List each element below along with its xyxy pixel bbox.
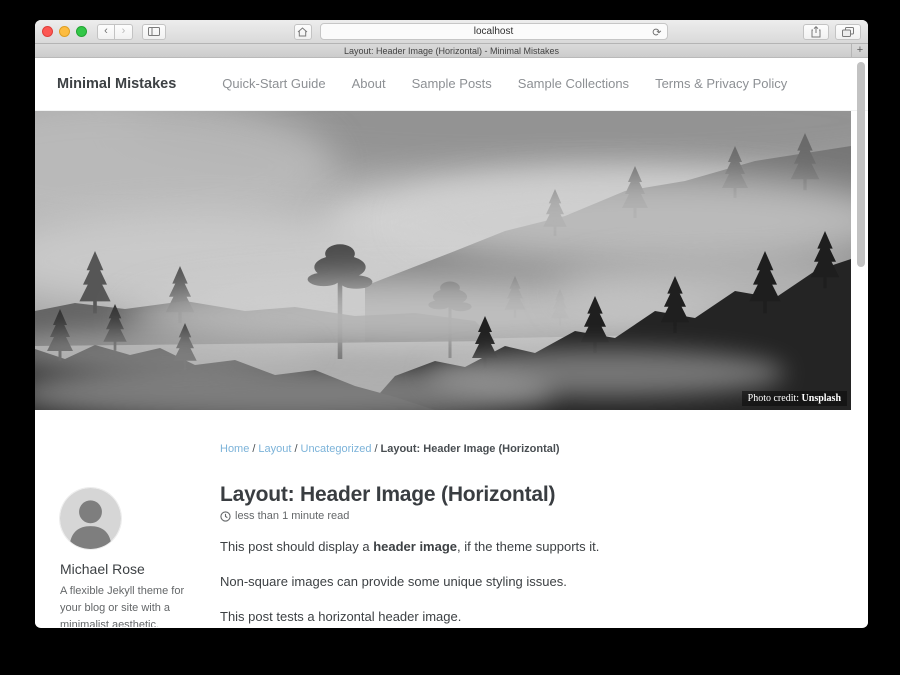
page-content: Michael Rose A flexible Jekyll theme for… [35, 410, 868, 627]
nav-link[interactable]: About [352, 76, 386, 91]
active-tab[interactable]: Layout: Header Image (Horizontal) - Mini… [344, 46, 559, 56]
browser-window: ‹ › localhost ⟳ Layout: Header Image (Ho… [35, 20, 868, 628]
photo-credit-caption: Photo credit: Unsplash [742, 391, 847, 406]
breadcrumb-separator: / [294, 443, 297, 455]
caption-source: Unsplash [802, 393, 841, 404]
misty-forest-illustration [35, 111, 851, 410]
plus-icon: + [857, 44, 863, 56]
address-bar[interactable]: localhost ⟳ [320, 23, 668, 40]
traffic-lights [42, 26, 87, 37]
share-button[interactable] [803, 24, 829, 40]
breadcrumb-uncategorized-link[interactable]: Uncategorized [301, 443, 372, 455]
new-tab-button[interactable]: + [851, 44, 868, 57]
nav-item-quick-start[interactable]: Quick-Start Guide [222, 75, 325, 93]
sidebar-icon [148, 27, 160, 36]
breadcrumb-layout-link[interactable]: Layout [258, 443, 291, 455]
close-window-button[interactable] [42, 26, 53, 37]
chevron-right-icon: › [122, 26, 126, 37]
tab-overview-button[interactable] [835, 24, 861, 40]
post-paragraph: Non-square images can provide some uniqu… [220, 572, 838, 592]
site-masthead: Minimal Mistakes Quick-Start Guide About… [35, 58, 868, 111]
tab-bar: Layout: Header Image (Horizontal) - Mini… [35, 44, 868, 58]
forward-button[interactable]: › [115, 24, 133, 40]
nav-item-sample-posts[interactable]: Sample Posts [412, 75, 492, 93]
page-title: Layout: Header Image (Horizontal) [220, 483, 838, 506]
page-viewport: Minimal Mistakes Quick-Start Guide About… [35, 58, 868, 627]
site-title[interactable]: Minimal Mistakes [57, 76, 176, 92]
clock-icon [220, 511, 231, 522]
nav-link[interactable]: Quick-Start Guide [222, 76, 325, 91]
history-nav-group: ‹ › [97, 24, 133, 40]
nav-link[interactable]: Sample Collections [518, 76, 629, 91]
chevron-left-icon: ‹ [104, 26, 108, 37]
avatar [60, 488, 121, 549]
zoom-window-button[interactable] [76, 26, 87, 37]
breadcrumb-separator: / [252, 443, 255, 455]
post-body: This post should display a header image,… [220, 537, 838, 627]
site-nav: Quick-Start Guide About Sample Posts Sam… [222, 75, 787, 93]
address-bar-url: localhost [474, 26, 513, 37]
caption-text: Photo credit: [748, 393, 802, 404]
nav-item-about[interactable]: About [352, 75, 386, 93]
toolbar-right-buttons [803, 24, 861, 40]
breadcrumb-home-link[interactable]: Home [220, 443, 249, 455]
nav-item-sample-collections[interactable]: Sample Collections [518, 75, 629, 93]
breadcrumb-separator: / [374, 443, 377, 455]
vertical-scrollbar[interactable] [857, 62, 865, 267]
home-icon [297, 27, 308, 37]
article-column: Home/Layout/Uncategorized/Layout: Header… [220, 410, 868, 627]
author-bio: A flexible Jekyll theme for your blog or… [60, 583, 186, 627]
browser-toolbar: ‹ › localhost ⟳ [35, 20, 868, 44]
author-sidebar: Michael Rose A flexible Jekyll theme for… [60, 410, 220, 627]
minimize-window-button[interactable] [59, 26, 70, 37]
sidebar-toggle-button[interactable] [142, 24, 166, 40]
tabs-icon [842, 27, 854, 37]
back-button[interactable]: ‹ [97, 24, 115, 40]
nav-link[interactable]: Sample Posts [412, 76, 492, 91]
read-time: less than 1 minute read [235, 510, 349, 522]
home-button[interactable] [294, 24, 312, 40]
post-meta: less than 1 minute read [220, 510, 838, 522]
post-paragraph: This post should display a header image,… [220, 537, 838, 557]
header-image: Photo credit: Unsplash [35, 111, 851, 410]
post-paragraph: This post tests a horizontal header imag… [220, 607, 838, 627]
avatar-silhouette-icon [60, 488, 121, 549]
breadcrumb: Home/Layout/Uncategorized/Layout: Header… [220, 443, 838, 455]
nav-link[interactable]: Terms & Privacy Policy [655, 76, 787, 91]
breadcrumb-current: Layout: Header Image (Horizontal) [381, 443, 560, 455]
nav-item-terms[interactable]: Terms & Privacy Policy [655, 75, 787, 93]
share-icon [811, 26, 821, 38]
author-name: Michael Rose [60, 561, 220, 577]
reload-icon[interactable]: ⟳ [652, 26, 661, 39]
